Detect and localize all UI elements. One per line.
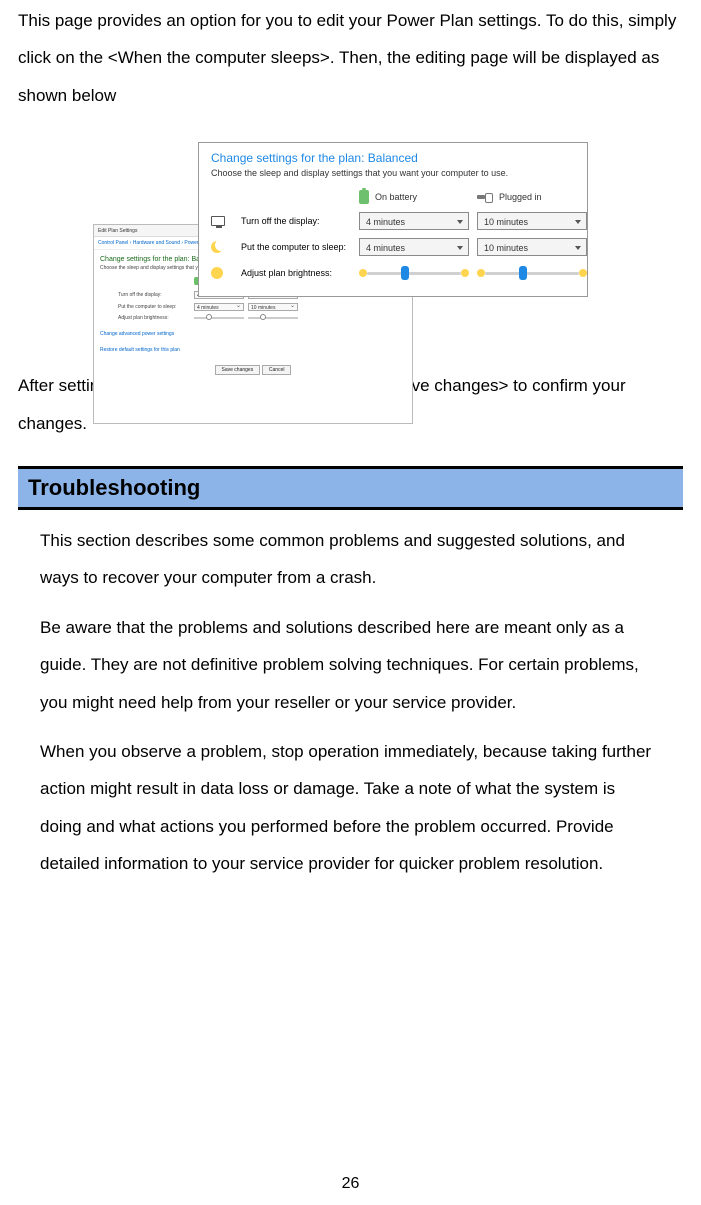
display-icon	[211, 216, 225, 226]
troubleshooting-para-3: When you observe a problem, stop operati…	[18, 721, 683, 883]
display-plugged-dropdown[interactable]: 10 minutes	[477, 212, 587, 230]
sleep-battery-dropdown[interactable]: 4 minutes	[359, 238, 469, 256]
section-heading-troubleshooting: Troubleshooting	[18, 466, 683, 510]
back-link-restore[interactable]: Restore default settings for this plan	[94, 339, 412, 355]
col-on-battery: On battery	[359, 190, 469, 204]
brightness-plugged-slider[interactable]	[477, 264, 587, 282]
brightness-low-icon	[359, 269, 367, 277]
brightness-high-icon	[579, 269, 587, 277]
brightness-battery-slider[interactable]	[359, 264, 469, 282]
sleep-icon	[211, 241, 223, 253]
dialog-heading: Change settings for the plan: Balanced	[199, 143, 587, 168]
brightness-low-icon	[477, 269, 485, 277]
back-brightness-plugged-slider[interactable]	[248, 315, 298, 321]
back-row-display-label: Turn off the display:	[118, 292, 190, 298]
back-brightness-battery-slider[interactable]	[194, 315, 244, 321]
dialog-subtitle: Choose the sleep and display settings th…	[199, 168, 587, 186]
back-sleep-battery-dropdown[interactable]: 4 minutes	[194, 303, 244, 311]
plan-settings-dialog: Change settings for the plan: Balanced C…	[198, 142, 588, 297]
display-battery-dropdown[interactable]: 4 minutes	[359, 212, 469, 230]
back-row-brightness-label: Adjust plan brightness:	[118, 315, 190, 321]
battery-icon	[359, 190, 369, 204]
figure-power-plan: Edit Plan Settings Control Panel › Hardw…	[18, 124, 683, 367]
plug-icon	[477, 192, 493, 202]
back-row-sleep-label: Put the computer to sleep:	[118, 304, 190, 310]
back-sleep-plugged-dropdown[interactable]: 10 minutes	[248, 303, 298, 311]
brightness-icon	[211, 267, 223, 279]
row-turn-off-display-label: Turn off the display:	[241, 216, 351, 226]
intro-paragraph: This page provides an option for you to …	[18, 0, 683, 114]
cancel-button[interactable]: Cancel	[262, 365, 292, 375]
row-brightness-label: Adjust plan brightness:	[241, 268, 351, 278]
troubleshooting-para-1: This section describes some common probl…	[18, 510, 683, 597]
row-sleep-label: Put the computer to sleep:	[241, 242, 351, 252]
sleep-plugged-dropdown[interactable]: 10 minutes	[477, 238, 587, 256]
back-link-advanced[interactable]: Change advanced power settings	[94, 323, 412, 339]
save-changes-button[interactable]: Save changes	[215, 365, 261, 375]
troubleshooting-para-2: Be aware that the problems and solutions…	[18, 597, 683, 721]
brightness-high-icon	[461, 269, 469, 277]
page-number: 26	[0, 1175, 701, 1193]
col-plugged-in: Plugged in	[477, 192, 587, 202]
